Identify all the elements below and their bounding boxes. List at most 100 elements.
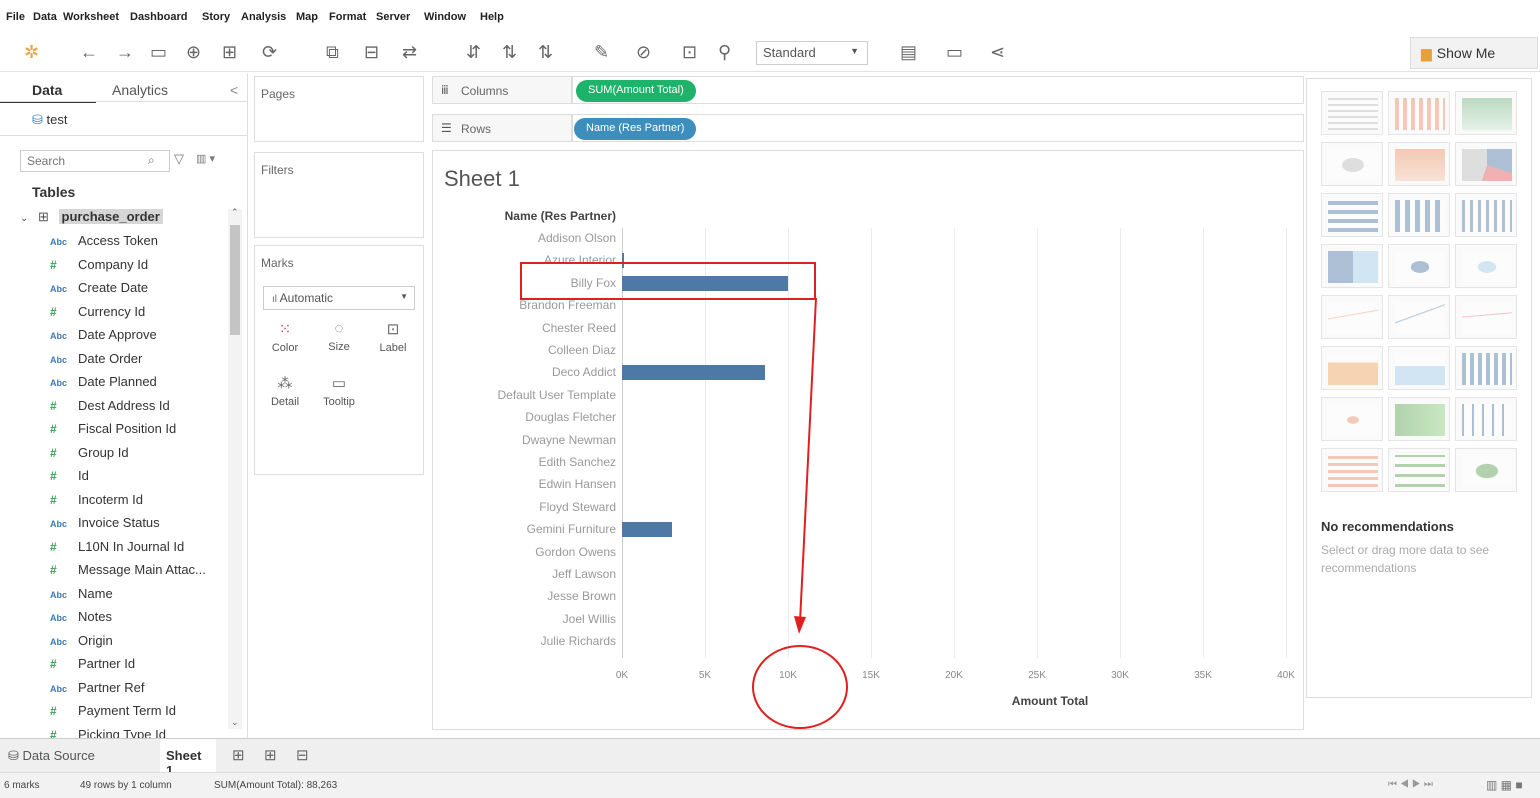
label-button[interactable]: ⊡ Label (373, 320, 413, 362)
row-label[interactable]: Jeff Lawson (436, 567, 616, 581)
mark-type-dropdown[interactable]: ıl Automatic ▼ (263, 286, 415, 310)
show-cards-icon[interactable]: ▤ (900, 42, 917, 62)
row-label[interactable]: Julie Richards (436, 634, 616, 648)
circle-view-icon[interactable] (1388, 244, 1450, 288)
row-label[interactable]: Default User Template (436, 388, 617, 402)
field-item[interactable]: Abc Date Approve (50, 327, 157, 347)
new-datasource-icon[interactable]: ⊕ (186, 42, 201, 62)
dual-line-icon[interactable] (1455, 295, 1517, 339)
area-discrete-icon[interactable] (1388, 346, 1450, 390)
menu-file[interactable]: File (6, 11, 25, 23)
bar[interactable] (622, 365, 765, 381)
field-item[interactable]: Abc Create Date (50, 280, 148, 300)
show-me-button[interactable]: ▆ Show Me (1410, 37, 1538, 69)
highlight-table-icon[interactable] (1455, 91, 1517, 135)
menu-analysis[interactable]: Analysis (241, 11, 286, 23)
line-discrete-icon[interactable] (1388, 295, 1450, 339)
pages-card[interactable]: Pages (254, 76, 424, 142)
sort-asc-icon[interactable]: ⇅ (502, 42, 517, 62)
sort-desc-icon[interactable]: ⇅ (538, 42, 553, 62)
row-label[interactable]: Edith Sanchez (436, 455, 616, 469)
filled-map-icon[interactable] (1388, 142, 1450, 186)
data-source-tab[interactable]: ⛁ Data Source (8, 748, 95, 764)
menu-story[interactable]: Story (202, 11, 230, 23)
sheet-navigation-icon[interactable]: ⏮◀▶⏭ (1388, 779, 1436, 790)
horizontal-bar-icon[interactable] (1321, 193, 1383, 237)
text-table-icon[interactable] (1321, 91, 1383, 135)
field-item[interactable]: # Currency Id (50, 304, 145, 324)
field-item[interactable]: # Incoterm Id (50, 492, 143, 512)
row-label[interactable]: Gemini Furniture (436, 522, 616, 536)
save-icon[interactable]: ▭ (150, 42, 167, 62)
forward-icon[interactable]: → (116, 42, 134, 62)
tab-sheet-1[interactable]: Sheet 1 (160, 739, 216, 778)
scroll-up-icon[interactable]: ⌃ (231, 207, 239, 218)
row-label[interactable]: Colleen Diaz (436, 343, 616, 357)
field-item[interactable]: Abc Partner Ref (50, 680, 144, 700)
line-continuous-icon[interactable] (1321, 295, 1383, 339)
menu-map[interactable]: Map (296, 11, 318, 23)
menu-help[interactable]: Help (480, 11, 504, 23)
stacked-bar-icon[interactable] (1388, 193, 1450, 237)
row-label[interactable]: Chester Reed (436, 321, 616, 335)
datasource-item[interactable]: ⛁ test (32, 112, 68, 128)
box-whisker-icon[interactable] (1455, 397, 1517, 441)
new-story-icon[interactable]: ⊟ (296, 746, 309, 764)
menu-data[interactable]: Data (33, 11, 57, 23)
row-label[interactable]: Addison Olson (436, 231, 616, 245)
search-icon[interactable]: ⌕ (148, 153, 155, 168)
heat-map-icon[interactable] (1388, 91, 1450, 135)
field-item[interactable]: Abc Notes (50, 609, 112, 629)
view-options-icon[interactable]: ▥ ▾ (196, 152, 215, 165)
field-item[interactable]: Abc Name (50, 586, 113, 606)
field-item[interactable]: # Message Main Attac... (50, 562, 206, 582)
row-label[interactable]: Brandon Freeman (436, 298, 616, 312)
field-item[interactable]: # Fiscal Position Id (50, 421, 176, 441)
scatter-plot-icon[interactable] (1321, 397, 1383, 441)
field-item[interactable]: Abc Invoice Status (50, 515, 160, 535)
scrollbar[interactable]: ⌃ ⌄ (228, 207, 242, 729)
menu-format[interactable]: Format (329, 11, 366, 23)
new-worksheet-icon[interactable]: ⊞ (232, 746, 245, 764)
presentation-icon[interactable]: ▭ (946, 42, 963, 62)
rows-pill[interactable]: Name (Res Partner) (574, 118, 697, 140)
label-icon[interactable]: ⊡ (682, 42, 697, 62)
pin-icon[interactable]: ⚲ (718, 42, 731, 62)
columns-pill[interactable]: SUM(Amount Total) (576, 80, 696, 102)
refresh-icon[interactable]: ⟳ (262, 42, 277, 62)
tab-data[interactable]: Data (32, 82, 62, 98)
dual-combination-icon[interactable] (1455, 346, 1517, 390)
field-item[interactable]: Abc Origin (50, 633, 113, 653)
fit-dropdown[interactable]: Standard ▼ (756, 41, 868, 65)
color-button[interactable]: ⁙ Color (265, 320, 305, 362)
symbol-map-icon[interactable] (1321, 142, 1383, 186)
scrollbar-thumb[interactable] (230, 225, 240, 335)
side-by-side-bar-icon[interactable] (1455, 193, 1517, 237)
tab-analytics[interactable]: Analytics (112, 82, 168, 98)
field-item[interactable]: Abc Date Planned (50, 374, 157, 394)
group-icon[interactable]: ⊘ (636, 42, 651, 62)
row-label[interactable]: Douglas Fletcher (436, 410, 616, 424)
row-label[interactable]: Floyd Steward (436, 500, 616, 514)
field-item[interactable]: # Dest Address Id (50, 398, 170, 418)
back-icon[interactable]: ← (80, 42, 98, 62)
collapse-pane-button[interactable]: < (230, 82, 238, 98)
menu-dashboard[interactable]: Dashboard (130, 11, 187, 23)
new-sheet-icon[interactable]: ⊞ (222, 42, 237, 62)
menu-worksheet[interactable]: Worksheet (63, 11, 119, 23)
tableau-logo-icon[interactable]: ✲ (24, 42, 39, 62)
detail-button[interactable]: ⁂ Detail (265, 374, 305, 416)
side-by-side-circle-icon[interactable] (1455, 244, 1517, 288)
field-item[interactable]: # Id (50, 468, 89, 488)
field-item[interactable]: Abc Access Token (50, 233, 158, 253)
row-label[interactable]: Gordon Owens (436, 545, 616, 559)
field-item[interactable]: # Partner Id (50, 656, 135, 676)
area-continuous-icon[interactable] (1321, 346, 1383, 390)
new-dashboard-icon[interactable]: ⊞ (264, 746, 277, 764)
row-label[interactable]: Dwayne Newman (436, 433, 616, 447)
filter-icon[interactable]: ▽ (174, 151, 184, 167)
expand-chevron-icon[interactable]: ⌄ (20, 213, 28, 224)
field-item[interactable]: Abc Date Order (50, 351, 142, 371)
bullet-graph-icon[interactable] (1388, 448, 1450, 492)
row-label[interactable]: Deco Addict (436, 365, 616, 379)
